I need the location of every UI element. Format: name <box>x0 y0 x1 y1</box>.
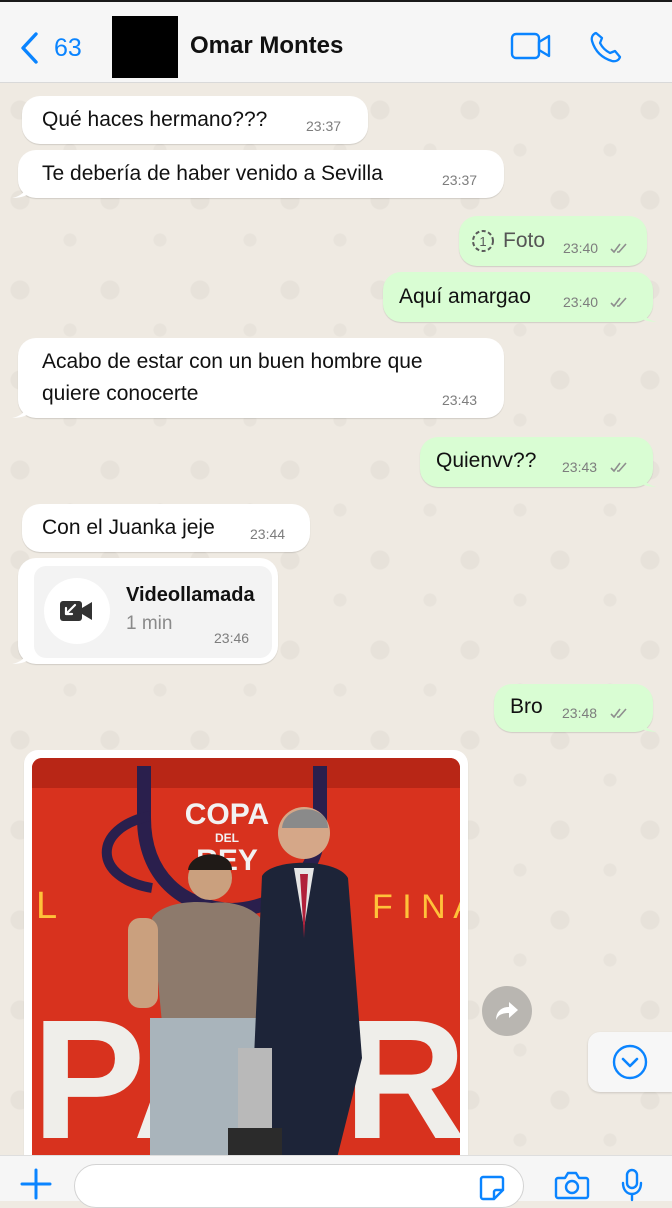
sticker-button[interactable] <box>478 1174 506 1207</box>
bubble-tail <box>641 304 657 322</box>
message-time: 23:43 <box>562 459 598 475</box>
svg-text:1: 1 <box>479 234 486 249</box>
bubble-tail <box>12 646 28 664</box>
bubble-tail <box>12 400 28 418</box>
logo-text-copa: COPA <box>185 798 269 831</box>
message-text: Te debería de haber venido a Sevilla <box>42 162 383 185</box>
logo-text-del: DEL <box>215 831 239 845</box>
unread-count: 63 <box>54 33 82 62</box>
photo-image[interactable]: COPA DEL REY L F I N A PA RE <box>32 758 460 1170</box>
avatar[interactable] <box>112 16 178 78</box>
photo-message[interactable]: COPA DEL REY L F I N A PA RE <box>24 750 468 1170</box>
plus-icon <box>20 1168 52 1200</box>
message-text: Aquí amargao <box>399 285 531 308</box>
bubble-tail <box>641 469 657 487</box>
photo-illustration: COPA DEL REY L F I N A PA RE <box>32 758 460 1170</box>
voice-call-button[interactable] <box>588 30 624 64</box>
message-text-line: quiere conocerte <box>42 382 199 405</box>
message-text: Quienvv?? <box>436 449 537 472</box>
message-time: 23:48 <box>562 705 598 721</box>
message-time: 23:46 <box>214 630 250 646</box>
message-text-line: Acabo de estar con un buen hombre que <box>42 350 423 373</box>
forward-button[interactable] <box>482 986 532 1036</box>
outgoing-message[interactable]: 1 Foto 23:40 <box>459 216 647 266</box>
outgoing-message[interactable]: Quienvv?? 23:43 <box>420 437 657 487</box>
incoming-message[interactable]: Te debería de haber venido a Sevilla 23:… <box>12 150 504 198</box>
message-time: 23:44 <box>250 526 286 542</box>
call-duration: 1 min <box>126 613 173 634</box>
message-time: 23:43 <box>442 392 478 408</box>
back-button[interactable]: 63 <box>18 28 82 68</box>
message-text: Qué haces hermano??? <box>42 108 268 131</box>
read-checks-icon <box>610 243 627 254</box>
chevron-down-circle-icon <box>612 1044 648 1080</box>
wall-text-left: L <box>36 885 57 927</box>
read-checks-icon <box>610 708 627 719</box>
incoming-message[interactable]: Acabo de estar con un buen hombre que qu… <box>12 338 504 418</box>
missed-video-call-icon-circle <box>44 578 110 644</box>
camera-icon <box>554 1171 590 1200</box>
incoming-video-call-icon <box>60 601 92 621</box>
video-call-card[interactable]: Videollamada 1 min 23:46 <box>34 566 272 658</box>
attach-button[interactable] <box>20 1168 52 1205</box>
message-input[interactable] <box>74 1164 524 1208</box>
read-checks-icon <box>610 297 627 308</box>
outgoing-message[interactable]: Aquí amargao 23:40 <box>383 272 657 322</box>
video-call-button[interactable] <box>510 30 552 62</box>
message-text: Bro <box>510 695 543 718</box>
microphone-icon <box>621 1168 643 1202</box>
video-camera-icon <box>510 32 551 60</box>
composer-bar <box>0 1155 672 1208</box>
bubble-tail <box>12 180 28 198</box>
scroll-to-bottom-button[interactable] <box>588 1032 672 1092</box>
view-once-icon: 1 <box>472 230 494 252</box>
message-text: Foto <box>503 229 546 252</box>
message-time: 23:40 <box>563 240 599 256</box>
outgoing-message[interactable]: Bro 23:48 <box>494 684 657 732</box>
call-title: Videollamada <box>126 584 255 606</box>
read-checks-icon <box>610 462 627 473</box>
chevron-left-icon <box>21 32 38 64</box>
message-text: Con el Juanka jeje <box>42 516 215 539</box>
message-time: 23:40 <box>563 294 599 310</box>
incoming-message[interactable]: Con el Juanka jeje 23:44 <box>22 504 310 552</box>
incoming-message[interactable]: Qué haces hermano??? 23:37 <box>22 96 368 144</box>
chat-header: 63 Omar Montes <box>0 0 672 83</box>
phone-icon <box>590 31 622 63</box>
microphone-button[interactable] <box>620 1168 644 1207</box>
contact-name[interactable]: Omar Montes <box>190 32 343 60</box>
message-time: 23:37 <box>306 118 342 134</box>
bubble-tail <box>641 714 657 732</box>
message-time: 23:37 <box>442 172 478 188</box>
sticker-icon <box>479 1175 505 1201</box>
forward-arrow-icon <box>496 1002 518 1020</box>
wall-text-right: F I N A <box>372 888 460 926</box>
